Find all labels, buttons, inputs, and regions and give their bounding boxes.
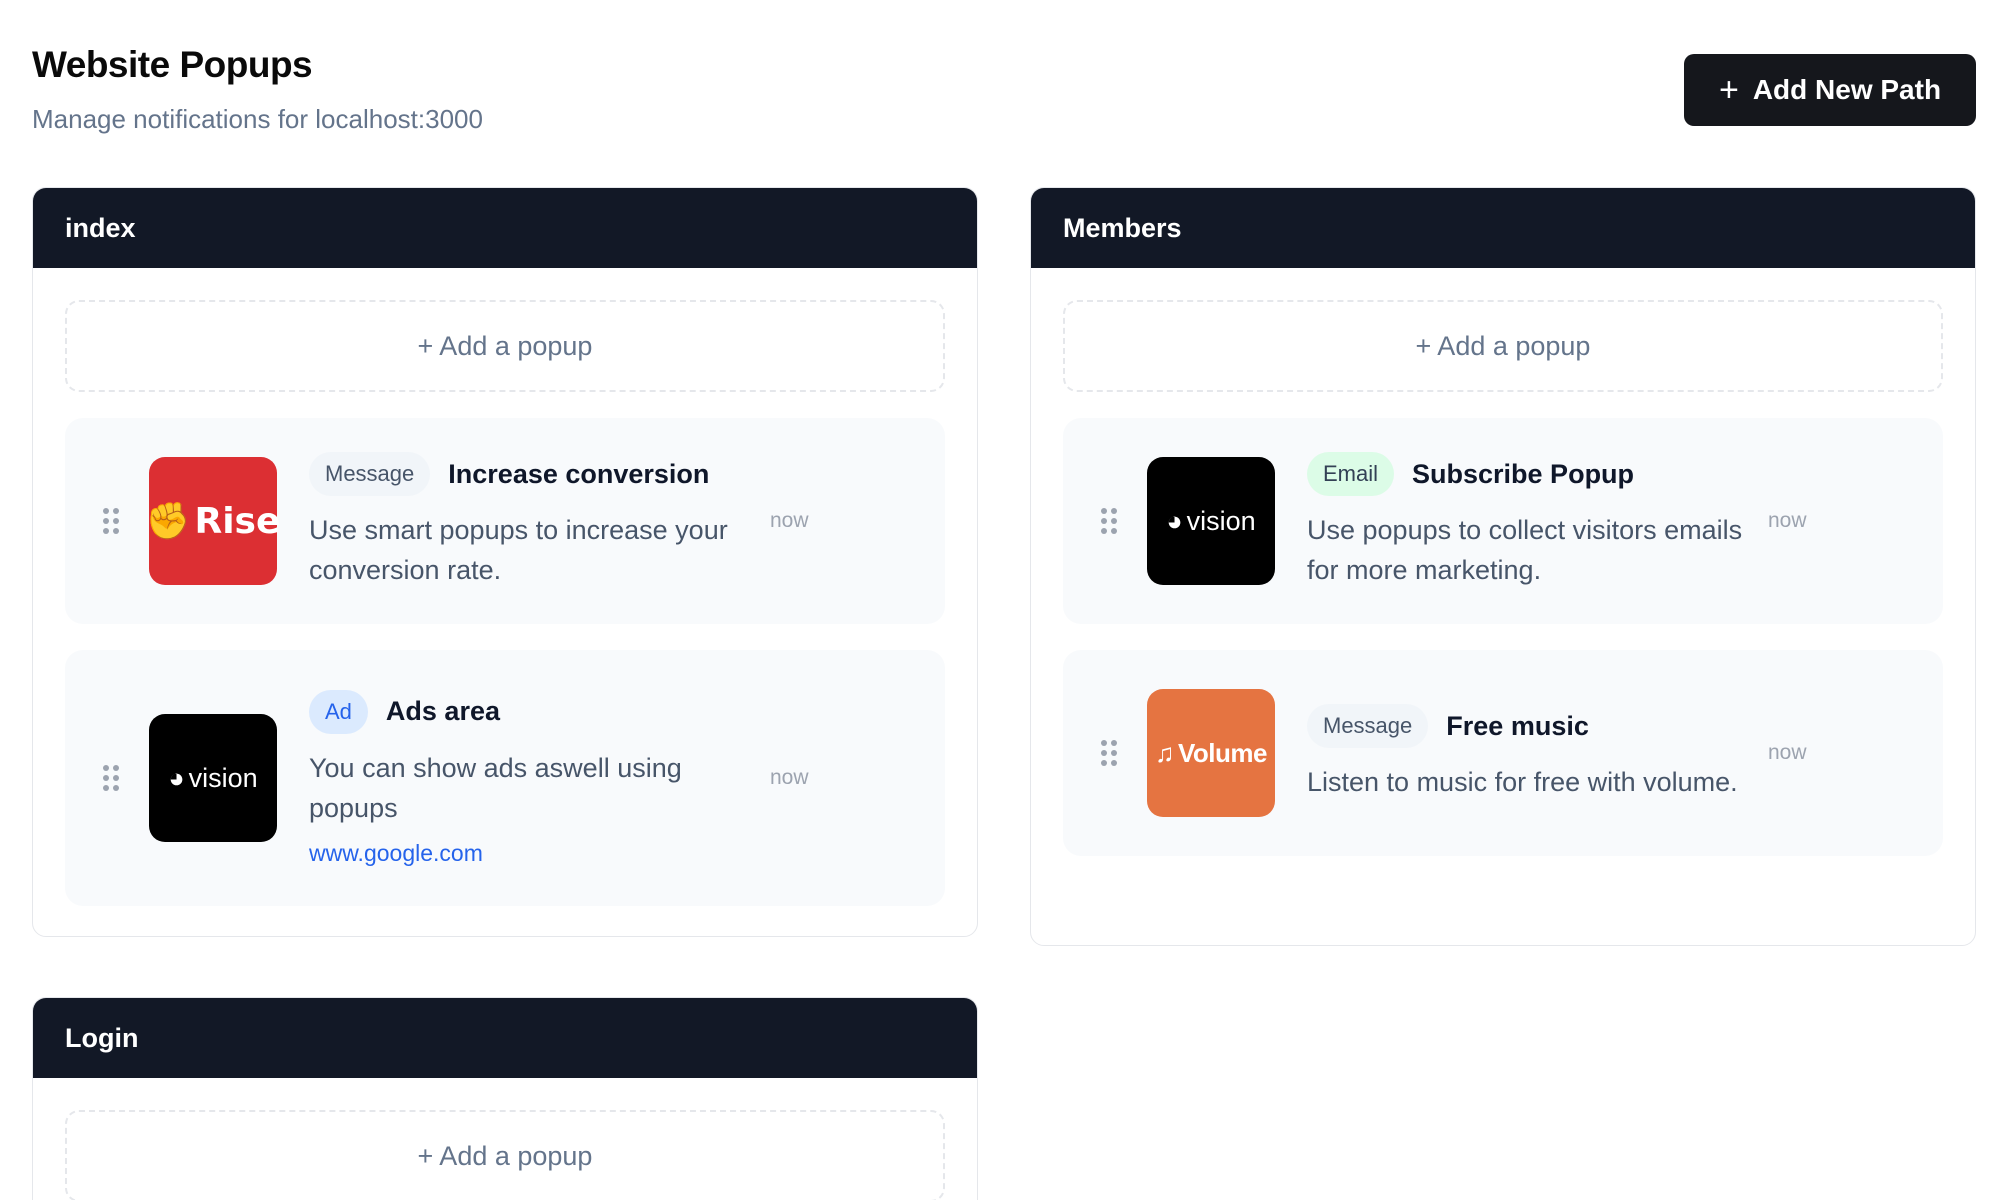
logo-vision: ◕ vision bbox=[149, 714, 277, 842]
panel-body: + Add a popup ◕ vision Email Subscribe Po… bbox=[1031, 268, 1975, 886]
popup-card[interactable]: ✊ Rise Message Increase conversion Use sm… bbox=[65, 418, 945, 624]
popup-card[interactable]: ◕ vision Ad Ads area You can show ads asw… bbox=[65, 650, 945, 906]
logo-text: vision bbox=[1186, 505, 1256, 536]
type-badge: Ad bbox=[309, 689, 368, 734]
add-popup-button[interactable]: + Add a popup bbox=[1063, 300, 1943, 392]
add-new-path-label: Add New Path bbox=[1752, 74, 1942, 105]
card-description: Listen to music for free with volume. bbox=[1307, 767, 1738, 797]
type-badge: Message bbox=[1307, 704, 1429, 748]
card-title: Subscribe Popup bbox=[1412, 458, 1635, 489]
panel-index: index + Add a popup ✊ Rise Message Increa… bbox=[32, 187, 978, 937]
card-title: Free music bbox=[1446, 710, 1589, 741]
timestamp: now bbox=[1768, 741, 1807, 764]
panel-body: + Add a popup ✊ Rise Message Increase con… bbox=[33, 268, 977, 936]
panel-header: Login bbox=[33, 998, 977, 1078]
vision-mark-icon: ◕ bbox=[1166, 505, 1183, 536]
add-popup-button[interactable]: + Add a popup bbox=[65, 1110, 945, 1200]
drag-handle-icon[interactable] bbox=[103, 508, 119, 534]
fist-icon: ✊ bbox=[145, 501, 191, 542]
logo-text: vision bbox=[188, 762, 258, 793]
panel-body: + Add a popup bbox=[33, 1078, 977, 1200]
timestamp: now bbox=[770, 509, 809, 532]
logo-vision: ◕ vision bbox=[1147, 457, 1275, 585]
drag-handle-icon[interactable] bbox=[1101, 508, 1117, 534]
page-title: Website Popups bbox=[32, 44, 313, 85]
page-subtitle: Manage notifications for localhost:3000 bbox=[32, 104, 483, 134]
panel-login: Login + Add a popup bbox=[32, 997, 978, 1200]
type-badge: Message bbox=[309, 452, 431, 496]
popup-card[interactable]: ♫ Volume Message Free music Listen to mus… bbox=[1063, 650, 1943, 856]
plus-icon: + bbox=[1718, 71, 1739, 109]
page-header: Website Popups Manage notifications for … bbox=[32, 44, 483, 135]
timestamp: now bbox=[770, 766, 809, 789]
music-note-icon: ♫ bbox=[1155, 737, 1175, 768]
add-popup-button[interactable]: + Add a popup bbox=[65, 300, 945, 392]
card-link[interactable]: www.google.com bbox=[309, 840, 749, 867]
logo-rise: ✊ Rise bbox=[145, 457, 281, 585]
popup-card[interactable]: ◕ vision Email Subscribe Popup Use popups… bbox=[1063, 418, 1943, 624]
panel-header: Members bbox=[1031, 188, 1975, 268]
card-title: Increase conversion bbox=[448, 458, 710, 489]
timestamp: now bbox=[1768, 509, 1807, 532]
add-new-path-button[interactable]: + Add New Path bbox=[1684, 54, 1976, 126]
card-description: You can show ads aswell using popups bbox=[309, 752, 682, 823]
logo-volume: ♫ Volume bbox=[1147, 689, 1275, 817]
logo-text: Volume bbox=[1178, 737, 1267, 768]
logo-text: Rise bbox=[194, 500, 281, 542]
type-badge: Email bbox=[1307, 452, 1395, 496]
card-description: Use smart popups to increase your conver… bbox=[309, 515, 728, 585]
vision-mark-icon: ◕ bbox=[168, 762, 185, 793]
card-description: Use popups to collect visitors emails fo… bbox=[1307, 515, 1743, 585]
panel-header: index bbox=[33, 188, 977, 268]
drag-handle-icon[interactable] bbox=[1101, 740, 1117, 766]
panel-members: Members + Add a popup ◕ vision Email Subs… bbox=[1030, 187, 1976, 946]
drag-handle-icon[interactable] bbox=[103, 765, 119, 791]
card-title: Ads area bbox=[385, 696, 500, 726]
